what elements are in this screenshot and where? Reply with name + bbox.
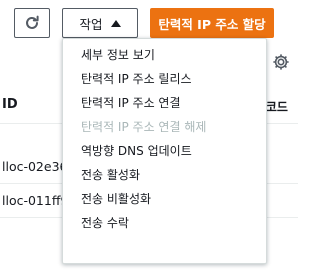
actions-button-label: 작업 (79, 16, 103, 32)
column-header-id[interactable]: ID (2, 97, 18, 112)
menu-item-update-reverse-dns[interactable]: 역방향 DNS 업데이트 (63, 139, 266, 163)
gear-icon[interactable] (272, 53, 290, 71)
caret-up-icon (110, 19, 121, 27)
allocation-id-cell[interactable]: lloc-02e36 (2, 159, 67, 174)
menu-item-disable-transfer[interactable]: 전송 비활성화 (63, 187, 266, 211)
allocate-elastic-ip-button[interactable]: 탄력적 IP 주소 할당 (150, 8, 274, 38)
menu-item-accept-transfer[interactable]: 전송 수락 (63, 211, 266, 235)
menu-item-enable-transfer[interactable]: 전송 활성화 (63, 163, 266, 187)
menu-item-disassociate-elastic-ip: 탄력적 IP 주소 연결 해제 (81, 120, 207, 134)
menu-item-view-details[interactable]: 세부 정보 보기 (63, 43, 266, 67)
allocate-elastic-ip-label: 탄력적 IP 주소 할당 (158, 16, 266, 32)
allocation-id-cell[interactable]: lloc-011ff9 (2, 193, 68, 208)
refresh-button[interactable] (14, 8, 50, 38)
actions-dropdown-menu: 세부 정보 보기 탄력적 IP 주소 릴리스 탄력적 IP 주소 연결 탄력적 … (62, 38, 267, 264)
refresh-icon (26, 15, 39, 29)
menu-item-release-elastic-ip[interactable]: 탄력적 IP 주소 릴리스 (63, 67, 266, 91)
actions-button[interactable]: 작업 (62, 8, 138, 38)
menu-item-associate-elastic-ip[interactable]: 탄력적 IP 주소 연결 (63, 91, 266, 115)
